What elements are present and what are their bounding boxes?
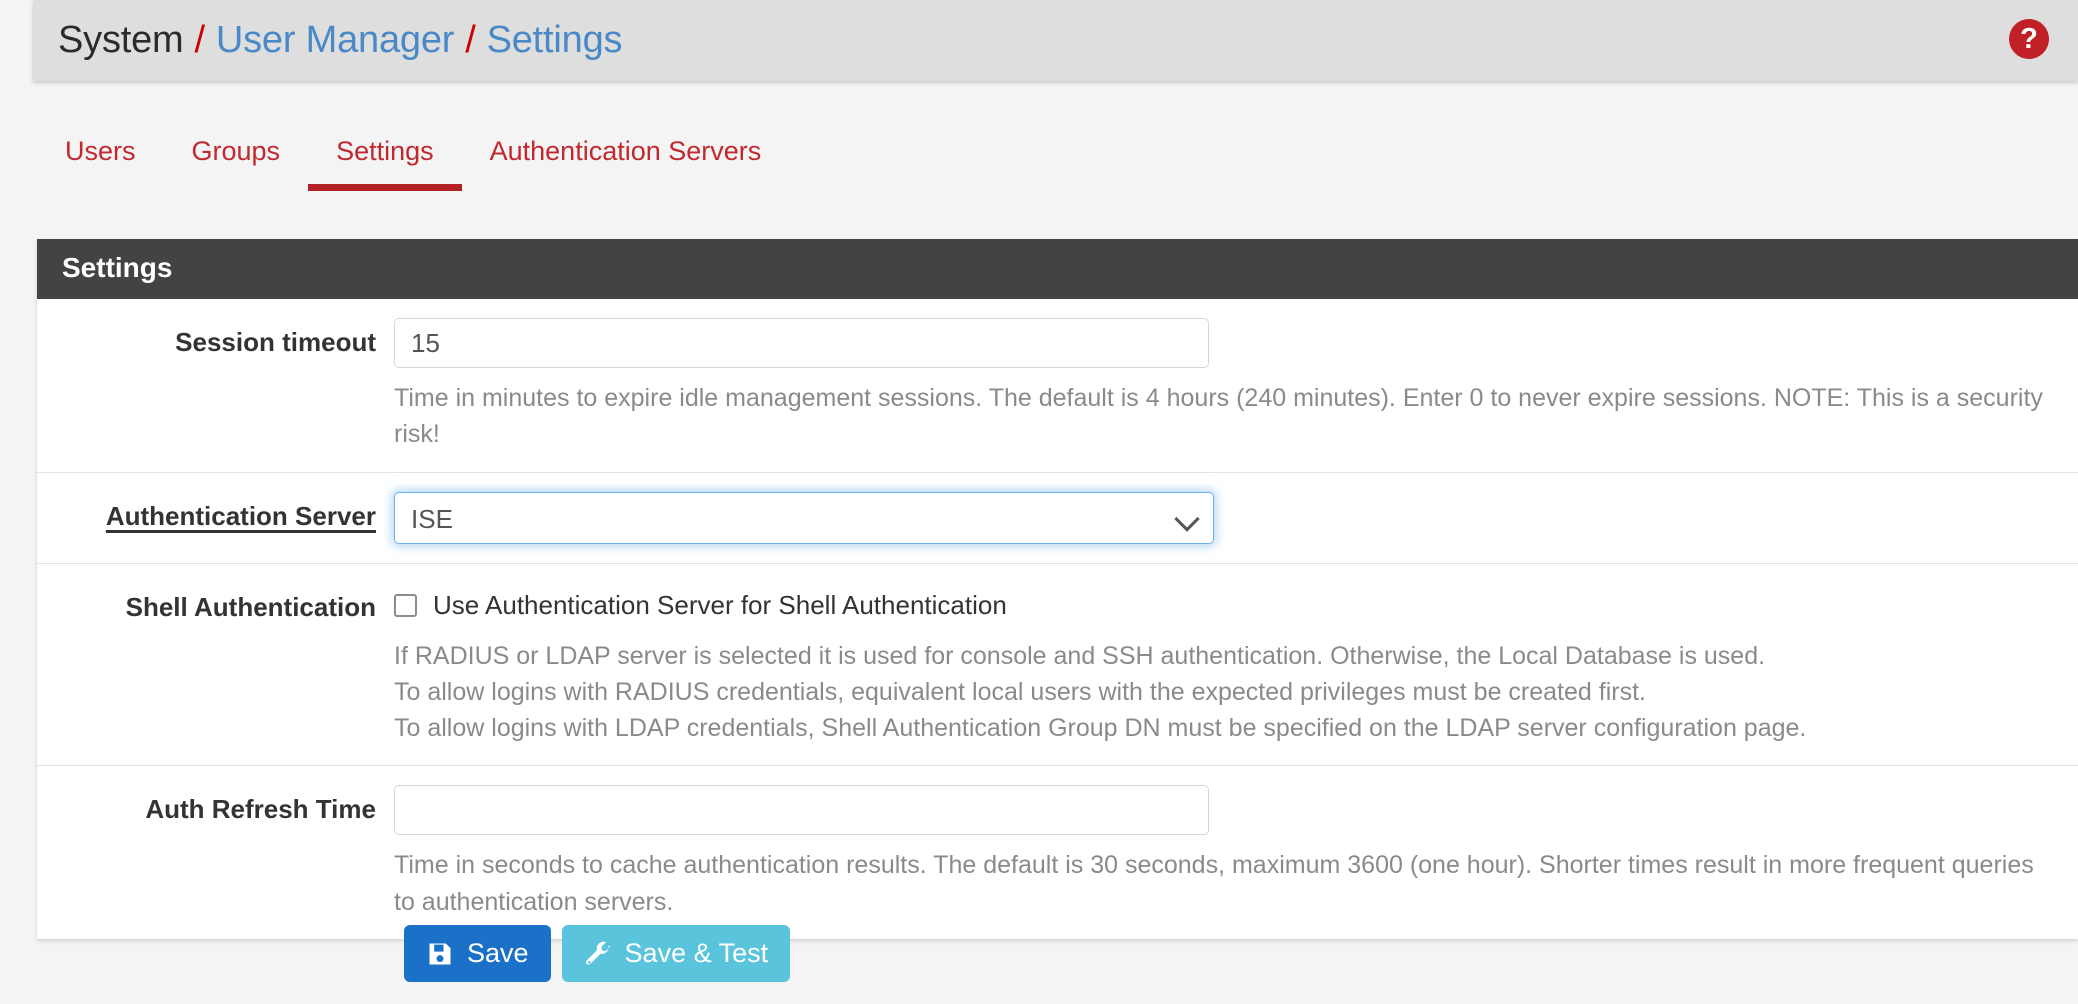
field-shell-authentication: Use Authentication Server for Shell Auth… (394, 583, 2078, 747)
help-auth-refresh-time: Time in seconds to cache authentication … (394, 851, 2034, 916)
tab-groups[interactable]: Groups (164, 122, 309, 191)
field-session-timeout: Time in minutes to expire idle managemen… (394, 318, 2078, 453)
breadcrumb-header: System / User Manager / Settings ? (33, 0, 2078, 81)
tab-groups-label: Groups (191, 136, 281, 166)
wrench-icon (584, 940, 612, 968)
save-and-test-button[interactable]: Save & Test (561, 925, 791, 982)
tab-users-label: Users (65, 136, 136, 166)
label-auth-refresh-time: Auth Refresh Time (145, 794, 376, 825)
tab-users[interactable]: Users (37, 122, 164, 191)
save-and-test-button-label: Save & Test (624, 938, 769, 968)
breadcrumb: System / User Manager / Settings (33, 19, 623, 62)
save-button[interactable]: Save (404, 925, 551, 982)
label-authentication-server: Authentication Server (37, 492, 394, 544)
help-shell-authentication-line-1: If RADIUS or LDAP server is selected it … (394, 641, 1766, 670)
breadcrumb-root: System (58, 19, 184, 61)
help-circle-icon[interactable]: ? (2009, 19, 2049, 59)
tab-authentication-servers-label: Authentication Servers (489, 136, 762, 166)
session-timeout-input[interactable] (394, 318, 1209, 368)
row-authentication-server: Authentication Server ISE (37, 473, 2078, 564)
shell-authentication-checkbox[interactable] (394, 594, 417, 617)
breadcrumb-link-settings[interactable]: Settings (487, 19, 623, 62)
tab-settings-label: Settings (336, 136, 434, 166)
help-shell-authentication-line-3: To allow logins with LDAP credentials, S… (394, 714, 1807, 742)
breadcrumb-link-user-manager[interactable]: User Manager (216, 19, 455, 62)
breadcrumb-separator-2: / (465, 19, 476, 61)
authentication-server-select-wrap: ISE (394, 491, 1214, 544)
label-shell-authentication: Shell Authentication (125, 591, 376, 622)
shell-authentication-checkbox-line[interactable]: Use Authentication Server for Shell Auth… (394, 586, 2053, 626)
form-actions: Save Save & Test (37, 925, 791, 982)
tab-authentication-servers[interactable]: Authentication Servers (462, 122, 790, 191)
row-shell-authentication: Shell Authentication Use Authentication … (37, 564, 2078, 767)
save-floppy-icon (426, 940, 454, 968)
label-authentication-server-text: Authentication Server (105, 500, 376, 531)
shell-authentication-checkbox-label: Use Authentication Server for Shell Auth… (433, 590, 1007, 620)
settings-panel: Settings Session timeout Time in minutes… (37, 239, 2078, 939)
help-shell-authentication: If RADIUS or LDAP server is selected it … (394, 638, 2053, 747)
breadcrumb-separator-1: / (194, 19, 206, 61)
tab-settings[interactable]: Settings (308, 122, 462, 191)
panel-title: Settings (37, 239, 2078, 299)
help-session-timeout: Time in minutes to expire idle managemen… (394, 384, 2043, 449)
row-auth-refresh-time: Auth Refresh Time Time in seconds to cac… (37, 766, 2078, 939)
save-button-label: Save (467, 938, 529, 968)
authentication-server-select[interactable]: ISE (394, 491, 1214, 544)
field-authentication-server: ISE (394, 491, 2078, 544)
row-session-timeout: Session timeout Time in minutes to expir… (37, 299, 2078, 473)
field-auth-refresh-time: Time in seconds to cache authentication … (394, 785, 2078, 920)
label-session-timeout: Session timeout (175, 327, 376, 357)
help-shell-authentication-line-2: To allow logins with RADIUS credentials,… (394, 677, 1646, 706)
auth-refresh-time-input[interactable] (394, 785, 1209, 836)
tab-bar: Users Groups Settings Authentication Ser… (37, 122, 2078, 200)
